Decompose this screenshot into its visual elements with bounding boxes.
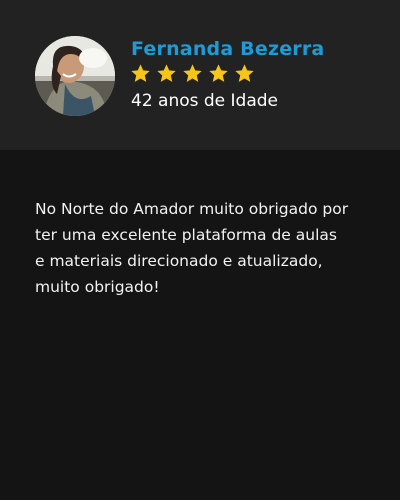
avatar xyxy=(35,36,115,116)
star-icon xyxy=(156,63,177,84)
testimonial-line: No Norte do Amador muito obrigado por xyxy=(35,200,349,218)
star-rating xyxy=(130,63,255,85)
testimonial-line: e materiais direcionado e atualizado, xyxy=(35,252,323,270)
reviewer-age: 42 anos de Idade xyxy=(131,91,279,111)
testimonial-line: muito obrigado! xyxy=(35,278,160,296)
reviewer-header: Fernanda Bezerra 42 anos de Idade xyxy=(0,0,400,150)
testimonial-card: Fernanda Bezerra 42 anos de Idade No Nor… xyxy=(0,0,400,500)
avatar-photo xyxy=(35,36,115,116)
testimonial-line: ter uma excelente plataforma de aulas xyxy=(35,226,337,244)
testimonial-text: No Norte do Amador muito obrigado por te… xyxy=(35,196,375,300)
star-icon xyxy=(234,63,255,84)
star-icon xyxy=(182,63,203,84)
star-icon xyxy=(130,63,151,84)
reviewer-name: Fernanda Bezerra xyxy=(131,38,325,60)
star-icon xyxy=(208,63,229,84)
